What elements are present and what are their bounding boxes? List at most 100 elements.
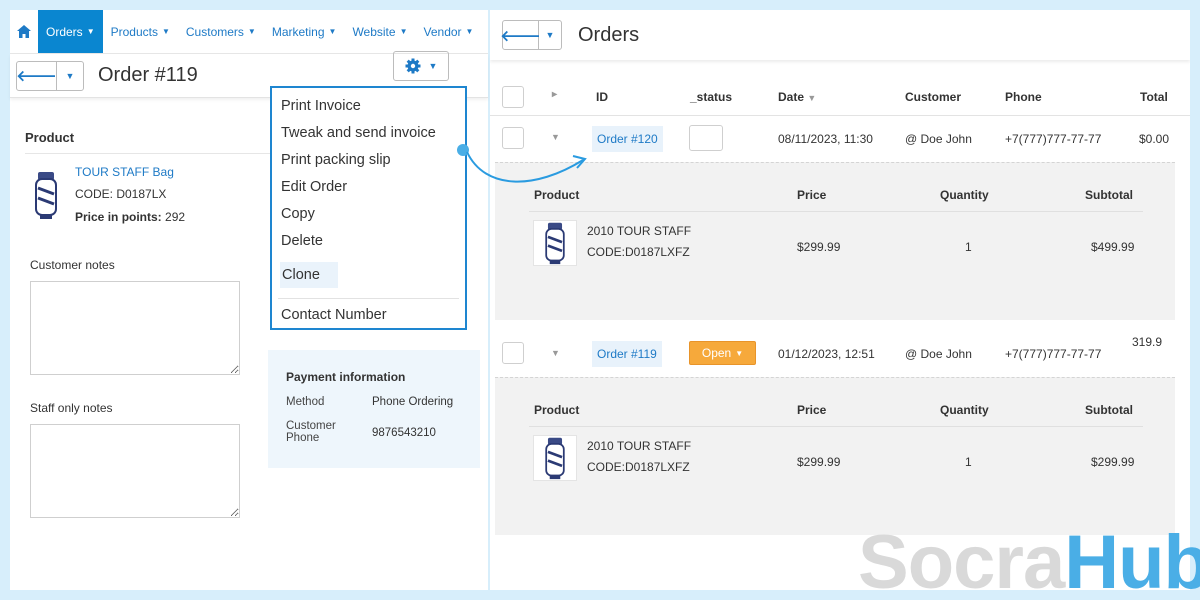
detail-subtotal: $499.99: [1091, 240, 1135, 254]
select-all-checkbox[interactable]: [502, 86, 524, 108]
points-label: Price in points:: [75, 210, 162, 224]
order-date: 08/11/2023, 11:30: [778, 132, 873, 146]
back-arrow-button[interactable]: 🡐: [16, 61, 57, 90]
order-detail-panel: Product Price Quantity Subtotal 2010 TOU…: [495, 377, 1175, 535]
customer-link[interactable]: @ Doe John: [905, 132, 972, 146]
orders-table-header: ▸ ID _status Date ▼ Customer Phone Total: [490, 70, 1190, 116]
status-select[interactable]: [689, 125, 723, 151]
detail-subtotal: $299.99: [1091, 455, 1135, 469]
method-value: Phone Ordering: [372, 396, 454, 408]
nav-orders-label: Orders: [46, 24, 83, 39]
product-thumbnail: [533, 220, 577, 266]
caret-down-icon: ▼: [86, 27, 95, 36]
order-total: $0.00: [1139, 132, 1170, 146]
chevron-down-icon[interactable]: ▼: [57, 62, 83, 90]
nav-marketing[interactable]: Marketing ▼: [264, 10, 345, 53]
back-button-group: 🡐 ▼: [500, 20, 562, 50]
customer-phone-value: 9876543210: [372, 427, 436, 439]
nav-website[interactable]: Website ▼: [344, 10, 415, 53]
caret-down-icon: ▼: [735, 348, 744, 358]
gear-icon: [405, 58, 421, 74]
detail-col-quantity: Quantity: [940, 403, 989, 417]
nav-orders[interactable]: Orders ▼: [38, 10, 103, 53]
chevron-down-icon: ▼: [428, 61, 438, 71]
detail-price: $299.99: [797, 455, 841, 469]
order-total: 319.9: [1132, 335, 1163, 349]
golf-bag-image: [35, 172, 57, 219]
detail-price: $299.99: [797, 240, 841, 254]
menu-item-edit-order[interactable]: Edit Order: [272, 177, 465, 204]
nav-website-label: Website: [352, 24, 396, 39]
nav-customers-label: Customers: [185, 24, 244, 39]
caret-down-icon: ▼: [247, 27, 256, 36]
detail-product-code: CODE:D0187LXFZ: [587, 460, 690, 474]
col-total[interactable]: Total: [1140, 90, 1168, 104]
home-icon[interactable]: [10, 10, 38, 53]
back-button-group: 🡐 ▼: [16, 60, 84, 91]
order-id-link[interactable]: Order #119: [592, 341, 662, 367]
detail-col-subtotal: Subtotal: [1085, 403, 1133, 417]
product-points: Price in points: 292: [75, 210, 185, 224]
status-open-button[interactable]: Open ▼: [689, 341, 756, 365]
nav-customers[interactable]: Customers ▼: [178, 10, 264, 53]
detail-col-price: Price: [797, 403, 827, 417]
menu-item-delete[interactable]: Delete: [272, 231, 465, 258]
caret-down-icon: ▼: [328, 27, 337, 36]
payment-title: Payment information: [286, 370, 406, 384]
menu-item-contact-number[interactable]: Contact Number: [272, 305, 465, 332]
payment-information: Payment information Method Phone Orderin…: [268, 350, 480, 468]
menu-item-clone[interactable]: Clone: [280, 262, 338, 288]
customer-phone-label-line1: Customer: [286, 420, 336, 432]
col-date-label: Date: [778, 90, 805, 104]
orders-list-panel: 🡐 ▼ Orders ▸ ID _status Date ▼ Customer …: [490, 10, 1190, 590]
col-customer[interactable]: Customer: [905, 90, 961, 104]
points-value: 292: [165, 210, 186, 224]
order-id-link[interactable]: Order #120: [592, 126, 663, 152]
expand-arrow-icon[interactable]: ▸: [552, 89, 557, 100]
product-code: CODE: D0187LX: [75, 187, 167, 201]
divider: [25, 153, 275, 154]
socrahub-watermark: SocraHub: [858, 525, 1200, 600]
customer-link[interactable]: @ Doe John: [905, 347, 972, 361]
order-date: 01/12/2023, 12:51: [778, 347, 875, 361]
detail-product-link[interactable]: 2010 TOUR STAFF: [587, 439, 691, 453]
row-checkbox[interactable]: [502, 342, 524, 364]
menu-item-print-packing-slip[interactable]: Print packing slip: [272, 150, 465, 177]
menu-item-print-invoice[interactable]: Print Invoice: [272, 96, 465, 123]
col-status[interactable]: _status: [690, 90, 732, 104]
nav-vendor[interactable]: Vendor ▼: [416, 10, 482, 53]
nav-vendor-label: Vendor: [423, 24, 462, 39]
actions-gear-button[interactable]: ▼: [393, 51, 449, 81]
col-phone[interactable]: Phone: [1005, 90, 1042, 104]
detail-product-link[interactable]: 2010 TOUR STAFF: [587, 224, 691, 238]
customer-phone-label: Customer Phone: [286, 420, 372, 444]
divider: [529, 426, 1143, 427]
staff-notes-input[interactable]: [30, 424, 240, 518]
staff-notes-label: Staff only notes: [30, 401, 113, 415]
back-arrow-button[interactable]: 🡐: [500, 21, 541, 49]
nav-marketing-label: Marketing: [271, 24, 325, 39]
detail-product-code: CODE:D0187LXFZ: [587, 245, 690, 259]
menu-item-tweak-send-invoice[interactable]: Tweak and send invoice: [272, 123, 465, 150]
detail-quantity: 1: [965, 240, 972, 254]
nav-products-label: Products: [110, 24, 158, 39]
chevron-down-icon[interactable]: ▼: [539, 21, 561, 49]
menu-divider: [278, 298, 459, 299]
col-date[interactable]: Date ▼: [778, 90, 816, 104]
caret-down-icon: ▼: [399, 27, 408, 36]
golf-bag-image: [545, 437, 565, 480]
order-actions-menu: Print Invoice Tweak and send invoice Pri…: [270, 86, 467, 330]
status-open-label: Open: [701, 346, 732, 360]
chevron-down-icon[interactable]: ▼: [551, 348, 560, 358]
product-name-link[interactable]: TOUR STAFF Bag: [75, 165, 174, 179]
customer-notes-label: Customer notes: [30, 258, 115, 272]
watermark-part1: Socra: [858, 520, 1065, 600]
col-id[interactable]: ID: [596, 90, 608, 104]
detail-col-product: Product: [534, 403, 580, 417]
customer-phone: +7(777)777-77-77: [1005, 132, 1102, 146]
nav-products[interactable]: Products ▼: [103, 10, 178, 53]
product-section-label: Product: [25, 130, 75, 145]
page-title: Orders: [578, 23, 640, 46]
menu-item-copy[interactable]: Copy: [272, 204, 465, 231]
customer-notes-input[interactable]: [30, 281, 240, 375]
